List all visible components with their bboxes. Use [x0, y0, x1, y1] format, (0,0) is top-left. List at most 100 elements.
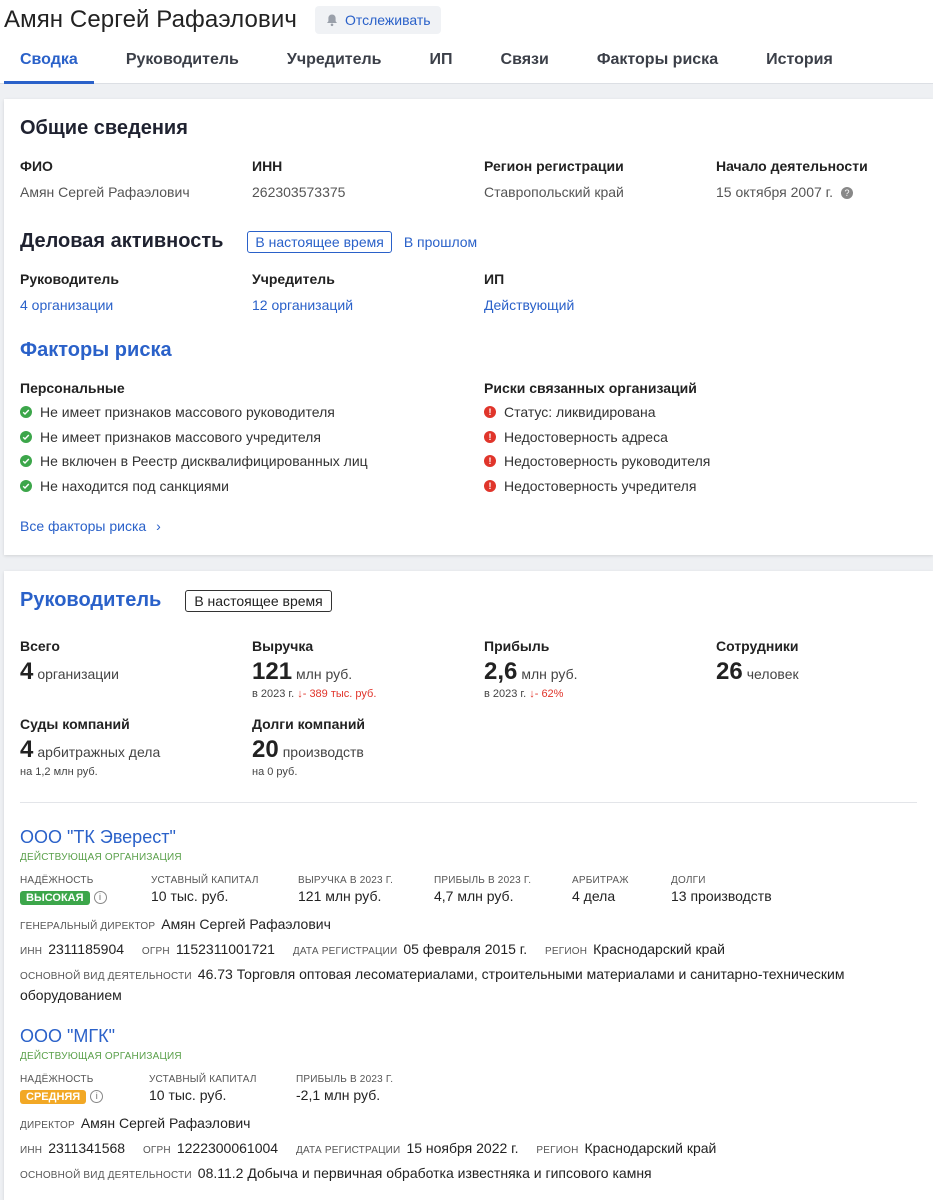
risk-text: Недостоверность учредителя: [504, 477, 697, 494]
manager-filter-button[interactable]: В настоящее время: [185, 589, 332, 612]
activity-label: Основной вид деятельности: [20, 1170, 192, 1181]
filter-past-link[interactable]: В прошлом: [404, 234, 477, 250]
divider: [20, 802, 917, 803]
info-icon[interactable]: i: [90, 1089, 104, 1103]
stat-label: Суды компаний: [20, 716, 130, 732]
org-name-link[interactable]: ООО "ТК Эверест": [20, 827, 917, 848]
org-activity-row: Основной вид деятельности 46.73 Торговля …: [20, 965, 917, 1004]
manager-count-link[interactable]: 4 организации: [20, 297, 252, 313]
stat-unit: человек: [746, 666, 799, 682]
risk-text: Не включен в Реестр дисквалифицированных…: [40, 453, 368, 470]
inn-value: 2311185904: [48, 941, 125, 957]
risk-item: ! Недостоверность адреса: [484, 429, 916, 446]
alert-icon: !: [484, 455, 496, 468]
field-label: Регион регистрации: [484, 158, 624, 174]
profile-header: Амян Сергей Рафаэлович Отслеживать Сводк…: [0, 0, 933, 84]
alert-icon: !: [484, 430, 496, 443]
manager-card: Руководитель В настоящее время Всего 4 ор…: [4, 571, 933, 1200]
check-icon: [20, 430, 32, 443]
org-ids-row: ИНН 2311185904 ОГРН 1152311001721 Дата рег…: [20, 940, 917, 961]
metric-label: Выручка в 2023 г.: [298, 875, 394, 886]
org-director-row: Генеральный директор Амян Сергей Рафаэлов…: [20, 915, 917, 936]
check-icon: [20, 455, 32, 468]
reliability-badge: Высокая: [20, 891, 90, 905]
field-value: Ставропольский край: [484, 184, 624, 200]
activity-title: Деловая активность: [20, 230, 224, 252]
stat-profit-value: 2,6: [484, 658, 518, 685]
chevron-right-icon: ›: [156, 518, 161, 534]
stat-delta: - 62%: [534, 688, 564, 700]
all-risks-label: Все факторы риска: [20, 518, 147, 534]
tab-links[interactable]: Связи: [485, 51, 565, 84]
metric-value: 4,7 млн руб.: [434, 888, 514, 904]
tab-founder[interactable]: Учредитель: [271, 51, 398, 84]
activity-label: Основной вид деятельности: [20, 971, 192, 982]
tab-manager[interactable]: Руководитель: [110, 51, 255, 84]
org-status: Действующая организация: [20, 852, 182, 863]
org-director-row: Директор Амян Сергей Рафаэлович: [20, 1114, 917, 1135]
org-metrics: Надёжность Средняя i Уставный капитал 10 ты…: [20, 1074, 917, 1104]
org-name-link[interactable]: ООО "МГК": [20, 1026, 917, 1047]
org-status: Действующая организация: [20, 1051, 182, 1062]
risk-text: Недостоверность адреса: [504, 428, 668, 445]
ip-status-link[interactable]: Действующий: [484, 297, 716, 313]
metric-label: Прибыль в 2023 г.: [434, 875, 532, 886]
reg-label: Дата регистрации: [295, 1145, 401, 1156]
risk-item: ! Статус: ликвидирована: [484, 404, 916, 421]
metric-value: 13 производств: [671, 888, 772, 904]
region-value: Краснодарский край: [593, 941, 725, 957]
stat-year: в 2023 г.: [484, 688, 527, 700]
org-activity-row: Основной вид деятельности 08.11.2 Добыча …: [20, 1164, 917, 1185]
ogrn-label: ОГРН: [141, 946, 170, 957]
risk-item: Не имеет признаков массового руководител…: [20, 404, 484, 421]
start-date: 15 октября 2007 г.: [716, 184, 833, 200]
tab-bar: Сводка Руководитель Учредитель ИП Связи …: [0, 40, 933, 84]
risk-text: Недостоверность руководителя: [504, 453, 711, 470]
field-value: 15 октября 2007 г.?: [716, 184, 916, 200]
filter-now-button[interactable]: В настоящее время: [247, 230, 392, 253]
director-label: Генеральный директор: [20, 921, 156, 932]
risk-text: Не имеет признаков массового руководител…: [40, 404, 335, 421]
risk-item: Не находится под санкциями: [20, 478, 484, 495]
field-label: ИП: [484, 271, 505, 287]
region-label: Регион: [536, 1145, 579, 1156]
activity-header: Деловая активность В настоящее время В п…: [20, 230, 917, 253]
tab-risks[interactable]: Факторы риска: [581, 51, 734, 84]
founder-count-link[interactable]: 12 организаций: [252, 297, 484, 313]
info-icon[interactable]: i: [93, 890, 107, 904]
ogrn-value: 1152311001721: [175, 941, 275, 957]
reg-value: 15 ноября 2022 г.: [406, 1140, 519, 1156]
general-fields: ФИО Амян Сергей Рафаэлович ИНН 26230357337…: [20, 158, 917, 200]
track-button[interactable]: Отслеживать: [314, 6, 441, 34]
field-label: Руководитель: [20, 271, 119, 287]
risks-title[interactable]: Факторы риска: [20, 339, 917, 362]
stat-debts-value: 20: [252, 736, 279, 763]
stat-courts-value: 4: [20, 736, 34, 763]
risk-text: Статус: ликвидирована: [504, 404, 656, 421]
manager-header: Руководитель В настоящее время: [20, 589, 917, 612]
metric-value: 4 дела: [572, 888, 616, 904]
org-card: ООО "МГК" Действующая организация Надёжн…: [20, 1026, 917, 1185]
risk-item: ! Недостоверность руководителя: [484, 453, 916, 470]
activity-fields: Руководитель 4 организации Учредитель 12 о…: [20, 271, 917, 313]
all-risks-link[interactable]: Все факторы риска ›: [20, 518, 917, 534]
page-title: Амян Сергей Рафаэлович: [4, 6, 297, 33]
reg-value: 05 февраля 2015 г.: [403, 941, 528, 957]
region-value: Краснодарский край: [584, 1140, 717, 1156]
tab-ip[interactable]: ИП: [414, 51, 469, 84]
reliability-badge: Средняя: [20, 1090, 87, 1104]
field-label: ФИО: [20, 158, 53, 174]
stat-label: Прибыль: [484, 638, 550, 654]
stat-sub: на 0 руб.: [252, 766, 298, 778]
help-icon[interactable]: ?: [840, 187, 853, 200]
manager-title[interactable]: Руководитель: [20, 589, 161, 612]
reg-label: Дата регистрации: [292, 946, 398, 957]
related-risks: Риски связанных организаций ! Статус: лик…: [484, 380, 916, 494]
field-label: Учредитель: [252, 271, 335, 287]
check-icon: [20, 479, 32, 492]
metric-label: Прибыль в 2023 г.: [296, 1074, 394, 1085]
stat-total-value[interactable]: 4: [20, 658, 33, 685]
director-label: Директор: [20, 1120, 75, 1131]
tab-summary[interactable]: Сводка: [4, 51, 94, 84]
tab-history[interactable]: История: [750, 51, 849, 84]
